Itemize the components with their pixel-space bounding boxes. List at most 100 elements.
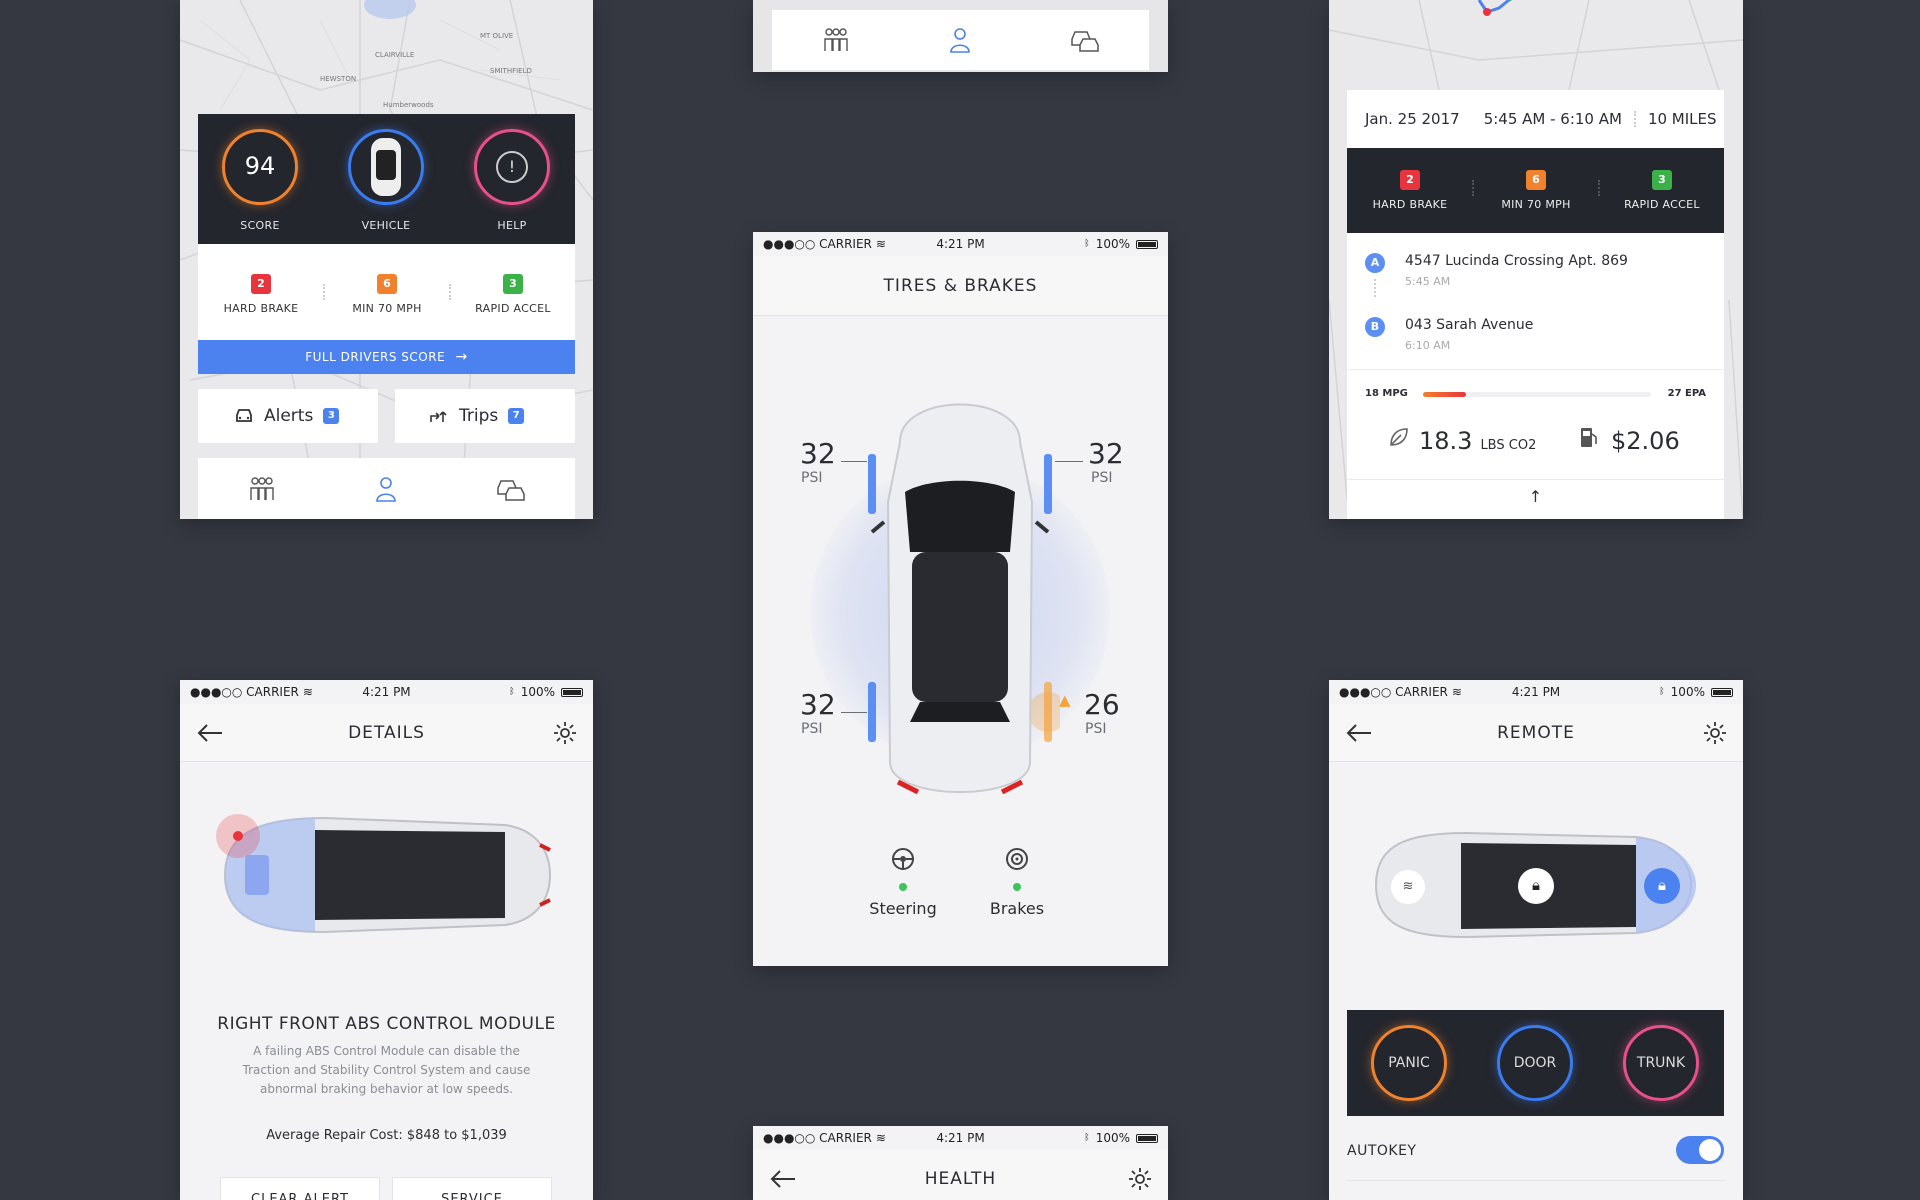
metric-hard-brake: 2 HARD BRAKE [1347,168,1473,211]
status-bar: ●●●○○ CARRIER ≋ 4:21 PM ᛒ 100% [1329,680,1743,704]
page-title: TIRES & BRAKES [883,275,1038,296]
leader-line [1055,461,1083,462]
trip-cost: $2.06 [1611,427,1680,455]
car-icon [371,138,401,196]
vehicle-gauge[interactable] [348,129,424,205]
person-icon[interactable] [375,476,397,502]
nav-header: DETAILS [180,704,593,762]
wifi-icon: ≋ [302,685,313,699]
hard-brake-label: HARD BRAKE [223,302,299,315]
lock-icon[interactable]: 🔒︎ [1518,868,1554,904]
trips-button[interactable]: Trips 7 [395,389,575,443]
arrow-up-icon[interactable]: ↑ [1347,487,1724,506]
back-arrow-icon[interactable] [196,722,224,744]
panic-button[interactable]: PANIC [1371,1025,1447,1101]
door-label: DOOR [1513,1055,1557,1071]
page-title: REMOTE [1497,722,1575,743]
min-70-badge: 6 [1526,170,1546,190]
rapid-accel-label: RAPID ACCEL [1624,198,1700,211]
cost-group: $2.06 [1579,425,1680,455]
mpg-bar [1423,392,1651,397]
alerts-button[interactable]: Alerts 3 [198,389,378,443]
cars-icon[interactable] [1070,27,1100,53]
leader-line [841,712,867,713]
trunk-lock-icon[interactable]: 🔒︎ [1644,868,1680,904]
map-label: CLAIRVILLE [375,51,415,59]
trip-header: Jan. 25 2017 5:45 AM - 6:10 AM 10 MILES [1347,90,1724,148]
help-label: HELP [497,219,527,232]
help-gauge[interactable]: ! [474,129,550,205]
status-bar: ●●●○○ CARRIER ≋ 4:21 PM ᛒ 100% [753,232,1168,256]
person-icon[interactable] [949,27,971,53]
brakes-status[interactable]: Brakes [977,847,1057,918]
hard-brake-badge: 2 [251,274,271,294]
trunk-button[interactable]: TRUNK [1623,1025,1699,1101]
clock: 4:21 PM [936,237,985,251]
nav-header: TIRES & BRAKES [753,256,1168,316]
score-value: 94 [244,152,276,180]
co2-unit: LBS CO2 [1480,438,1537,453]
full-drivers-score-label: FULL DRIVERS SCORE [305,350,446,364]
rapid-accel-label: RAPID ACCEL [475,302,551,315]
score-gauge[interactable]: 94 [222,129,298,205]
clock: 4:21 PM [1511,685,1561,699]
carrier: ●●●○○ CARRIER [763,1131,872,1145]
cars-icon[interactable] [496,476,526,502]
min-70-label: MIN 70 MPH [352,302,422,315]
steering-label: Steering [869,899,937,918]
door-button[interactable]: DOOR [1497,1025,1573,1101]
back-arrow-icon[interactable] [769,1168,797,1190]
tab-bar [198,458,575,519]
trip-date: Jan. 25 2017 [1365,110,1460,128]
status-dot [1013,883,1021,891]
gear-icon[interactable] [553,721,577,745]
clear-alert-button[interactable]: CLEAR ALERT [220,1177,380,1200]
mpg-bar-fill [1423,392,1467,397]
trips-count-badge: 7 [508,408,525,424]
battery-percent: 100% [1670,685,1705,699]
route-icon [430,411,447,422]
gear-icon[interactable] [1703,721,1727,745]
start-time: 5:45 AM [1405,275,1451,288]
divider [1633,111,1636,127]
service-button[interactable]: SERVICE [392,1177,552,1200]
people-icon[interactable] [822,27,850,53]
brakes-label: Brakes [989,899,1045,918]
clear-alert-label: CLEAR ALERT [251,1192,349,1200]
steering-wheel-icon [892,848,914,870]
health-screen: ●●●○○ CARRIER ≋ 4:21 PM ᛒ 100% HEALTH [753,1126,1168,1200]
map-label: Humberwoods [383,101,434,109]
score-label: SCORE [240,219,280,232]
end-marker: B [1365,317,1385,337]
metric-hard-brake: 2 HARD BRAKE [198,272,324,315]
psi-unit: PSI [801,721,823,737]
service-label: SERVICE [441,1192,503,1200]
brake-disc-icon [1006,848,1028,870]
map-label: HEWSTON [320,75,357,83]
car-sideview-image [216,814,552,934]
status-bar: ●●●○○ CARRIER ≋ 4:21 PM ᛒ 100% [753,1126,1168,1150]
min-70-label: MIN 70 MPH [1501,198,1571,211]
full-drivers-score-button[interactable]: FULL DRIVERS SCORE → [198,340,575,374]
steering-status[interactable]: Steering [863,847,943,918]
warning-icon: ▲ [1059,691,1071,709]
co2-group: 18.3 LBS CO2 [1387,425,1536,455]
people-icon[interactable] [248,476,276,502]
page-title: DETAILS [348,722,425,743]
vehicle-label: VEHICLE [361,219,411,232]
trip-distance: 10 MILES [1647,110,1717,128]
tires-brakes-screen: ●●●○○ CARRIER ≋ 4:21 PM ᛒ 100% TIRES & BRA… [753,232,1168,966]
lights-icon[interactable]: ≋ [1391,870,1425,904]
gear-icon[interactable] [1128,1167,1152,1191]
metric-min-70: 6 MIN 70 MPH [324,272,450,315]
hard-brake-label: HARD BRAKE [1372,198,1448,211]
trip-screen: Jan. 25 2017 5:45 AM - 6:10 AM 10 MILES … [1329,0,1743,519]
back-arrow-icon[interactable] [1345,722,1373,744]
car-front-icon [236,409,252,422]
toggle-knob [1699,1139,1721,1161]
autokey-toggle[interactable] [1676,1136,1724,1164]
leader-line [841,461,867,462]
autokey-label: AUTOKEY [1347,1143,1417,1159]
start-marker: A [1365,253,1385,273]
trip-metrics-panel: 2 HARD BRAKE 6 MIN 70 MPH 3 RAPID ACCEL [1347,148,1724,233]
